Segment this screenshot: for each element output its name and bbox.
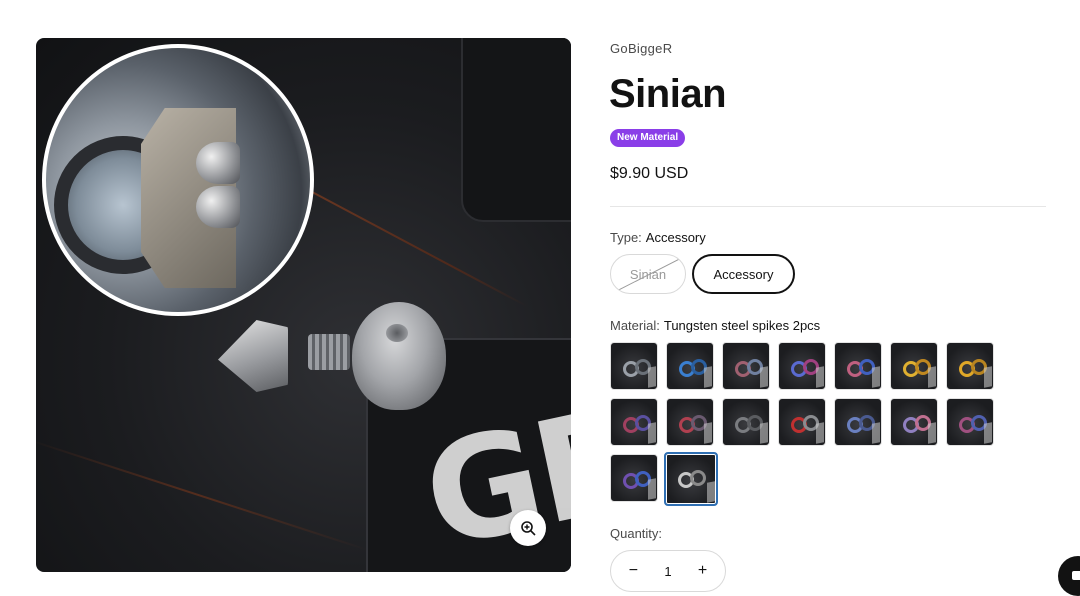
product-vendor: GoBiggeR xyxy=(610,41,673,56)
divider xyxy=(610,206,1046,207)
swatch-card xyxy=(648,366,656,388)
swatch-card xyxy=(648,478,656,500)
swatch-card xyxy=(984,366,992,388)
material-label-text: Material: xyxy=(610,318,660,333)
swatch-card xyxy=(704,422,712,444)
swatch-card xyxy=(648,422,656,444)
swatch-card xyxy=(872,422,880,444)
type-selected-value: Accessory xyxy=(645,230,706,245)
spike-detail xyxy=(196,142,240,184)
type-option-label: Type: Accessory xyxy=(610,230,706,245)
material-swatch[interactable] xyxy=(834,342,882,390)
swatch-card xyxy=(984,422,992,444)
new-material-badge: New Material xyxy=(610,129,686,147)
material-swatch[interactable] xyxy=(610,398,658,446)
type-option-label: Sinian xyxy=(629,266,667,282)
material-swatch[interactable] xyxy=(946,342,994,390)
spike-thread xyxy=(308,334,350,370)
type-option-sinian[interactable]: Sinian xyxy=(610,254,686,294)
material-swatch[interactable] xyxy=(666,342,714,390)
image-detail-inset xyxy=(42,44,314,316)
zoom-button[interactable] xyxy=(510,510,546,546)
material-swatch[interactable] xyxy=(778,342,826,390)
quantity-decrease-button[interactable]: − xyxy=(619,562,647,580)
material-swatch[interactable] xyxy=(946,398,994,446)
material-swatch[interactable] xyxy=(722,342,770,390)
quantity-increase-button[interactable]: + xyxy=(689,562,717,580)
image-background-panel xyxy=(461,38,571,222)
zoom-in-icon xyxy=(521,521,536,536)
quantity-input[interactable]: 1 xyxy=(664,564,671,579)
material-swatch[interactable] xyxy=(722,398,770,446)
product-title: Sinian xyxy=(609,72,727,116)
swatch-ring xyxy=(690,470,706,486)
type-option-accessory[interactable]: Accessory xyxy=(692,254,795,294)
material-swatch[interactable] xyxy=(890,398,938,446)
spike-cap xyxy=(352,302,446,410)
spike-cone xyxy=(218,320,288,392)
image-accent-line xyxy=(36,438,369,552)
material-swatch[interactable] xyxy=(610,454,658,502)
tungsten-spike xyxy=(218,312,350,402)
product-main-image[interactable]: GE xyxy=(36,38,571,572)
swatch-card xyxy=(872,366,880,388)
material-swatch[interactable] xyxy=(666,398,714,446)
swatch-card xyxy=(816,422,824,444)
material-swatch[interactable] xyxy=(778,398,826,446)
chat-icon xyxy=(1072,571,1080,580)
type-option-label: Accessory xyxy=(713,266,774,282)
material-swatch[interactable] xyxy=(834,398,882,446)
swatch-card xyxy=(928,366,936,388)
spike-detail xyxy=(196,186,240,228)
swatch-card xyxy=(760,366,768,388)
swatch-card xyxy=(707,481,715,503)
material-swatch-grid xyxy=(610,342,1000,506)
chat-widget-button[interactable] xyxy=(1058,556,1080,596)
material-swatch[interactable] xyxy=(610,342,658,390)
material-option-label: Material: Tungsten steel spikes 2pcs xyxy=(610,318,820,333)
type-label-text: Type: xyxy=(610,230,642,245)
material-selected-value: Tungsten steel spikes 2pcs xyxy=(663,318,821,333)
swatch-card xyxy=(928,422,936,444)
swatch-card xyxy=(816,366,824,388)
material-swatch[interactable] xyxy=(890,342,938,390)
material-swatch[interactable] xyxy=(664,452,718,506)
swatch-card xyxy=(704,366,712,388)
swatch-card xyxy=(760,422,768,444)
product-price: $9.90 USD xyxy=(610,165,689,182)
quantity-label: Quantity: xyxy=(610,526,663,541)
